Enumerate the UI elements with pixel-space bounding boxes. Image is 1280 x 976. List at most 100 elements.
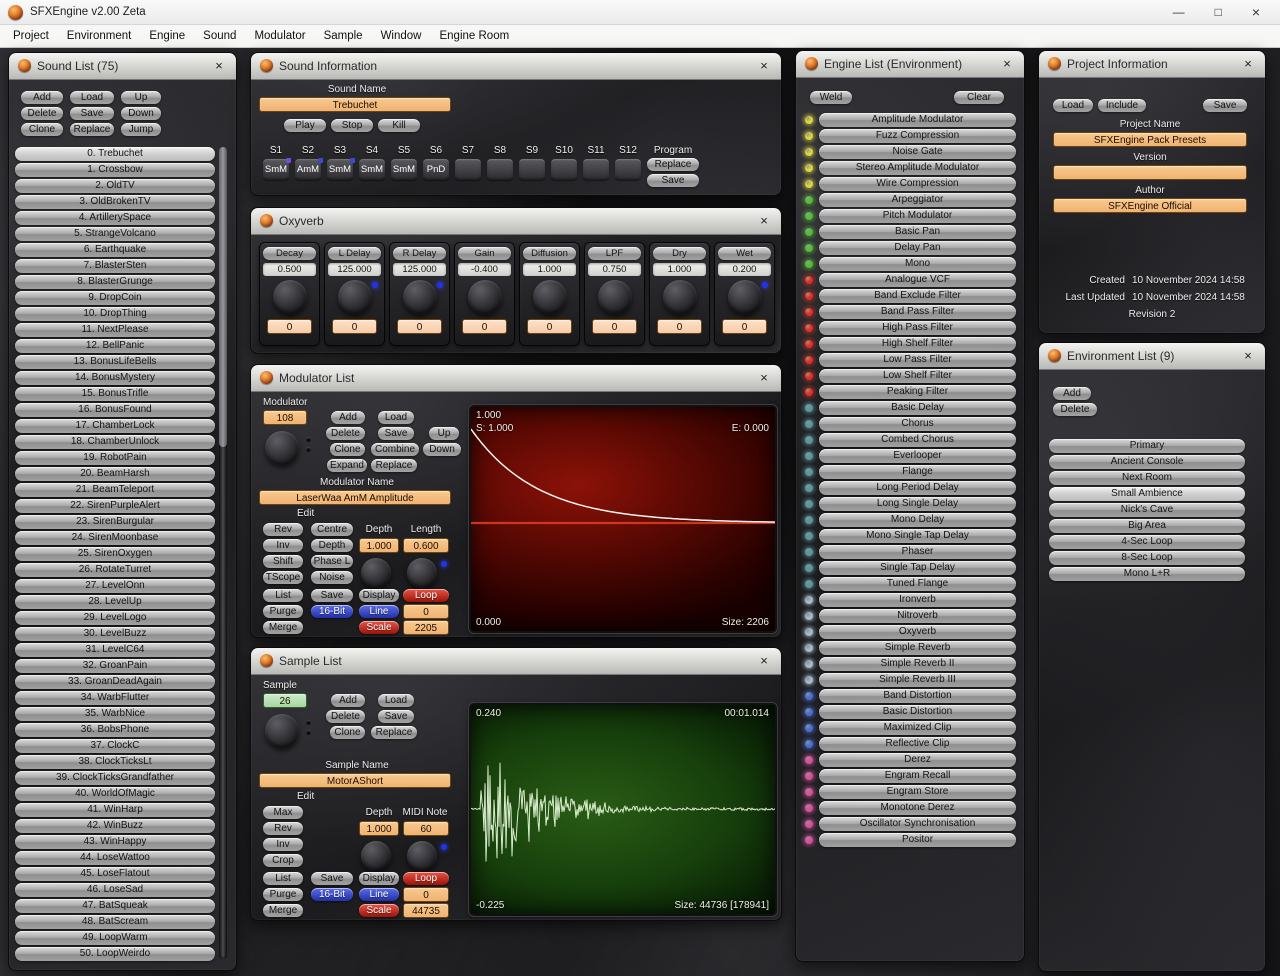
environment-list-item[interactable]: Big Area xyxy=(1049,518,1245,533)
engine-list-item[interactable]: Chorus xyxy=(819,416,1016,431)
close-icon[interactable]: × xyxy=(756,370,772,385)
sound-list-item[interactable]: 38. ClockTicksLt xyxy=(15,754,215,769)
sound-list-item[interactable]: 33. GroanDeadAgain xyxy=(15,674,215,689)
environment-list-item[interactable]: 4-Sec Loop xyxy=(1049,534,1245,549)
environment-add-button[interactable]: Add xyxy=(1053,386,1091,400)
engine-list-item[interactable]: Mono Delay xyxy=(819,512,1016,527)
sound-list-item[interactable]: 8. BlasterGrunge xyxy=(15,274,215,289)
sample-save-button[interactable]: Save xyxy=(378,709,414,723)
modulator-scale-value-field[interactable]: 2205 xyxy=(403,619,449,635)
sample-edit-button[interactable]: Edit xyxy=(297,791,314,803)
program-save-button[interactable]: Save xyxy=(647,173,699,187)
sound-list-item[interactable]: 16. BonusFound xyxy=(15,402,215,417)
sound-list-item[interactable]: 36. BobsPhone xyxy=(15,722,215,737)
modulator-load-button[interactable]: Load xyxy=(378,410,414,424)
environment-list-item[interactable]: Primary xyxy=(1049,438,1245,453)
close-icon[interactable]: × xyxy=(1240,56,1256,71)
sound-list-item[interactable]: 20. BeamHarsh xyxy=(15,466,215,481)
engine-list-item[interactable]: Amplitude Modulator xyxy=(819,112,1016,127)
sound-list-item[interactable]: 43. WinHappy xyxy=(15,834,215,849)
close-icon[interactable]: × xyxy=(756,58,772,73)
sample-display-button[interactable]: Display xyxy=(359,871,399,885)
close-icon[interactable]: × xyxy=(1240,348,1256,363)
engine-list-item[interactable]: Band Distortion xyxy=(819,688,1016,703)
sound-jump-button[interactable]: Jump xyxy=(121,122,161,136)
modulator-tscope-button[interactable]: TScope xyxy=(263,570,303,584)
engine-list-item[interactable]: Phaser xyxy=(819,544,1016,559)
engine-list-item[interactable]: Stereo Amplitude Modulator xyxy=(819,160,1016,175)
modulator-select-knob[interactable] xyxy=(265,430,299,465)
length-value-field[interactable]: 0.600 xyxy=(403,537,449,553)
sound-list-item[interactable]: 30. LevelBuzz xyxy=(15,626,215,641)
engine-list-item[interactable]: Flange xyxy=(819,464,1016,479)
engine-list-item[interactable]: Arpeggiator xyxy=(819,192,1016,207)
sample-scale-value-field[interactable]: 44735 xyxy=(403,902,449,918)
engine-list-item[interactable]: Basic Delay xyxy=(819,400,1016,415)
sound-list-item[interactable]: 50. LoopWeirdo xyxy=(15,946,215,961)
engine-list-item[interactable]: Long Single Delay xyxy=(819,496,1016,511)
environment-list-item[interactable]: Ancient Console xyxy=(1049,454,1245,469)
program-replace-button[interactable]: Replace xyxy=(647,157,699,171)
engine-list-item[interactable]: Reflective Clip xyxy=(819,736,1016,751)
oxyverb-header[interactable]: Oxyverb × xyxy=(251,207,781,235)
modulator-phase-button[interactable]: Phase L xyxy=(311,554,353,568)
decay-knob[interactable] xyxy=(272,279,307,314)
engine-list-item[interactable]: Monotone Derez xyxy=(819,800,1016,815)
modulator-merge-button[interactable]: Merge xyxy=(263,620,303,634)
sound-up-button[interactable]: Up xyxy=(121,90,161,104)
modulator-replace-button[interactable]: Replace xyxy=(371,458,417,472)
sample-display[interactable]: 0.240 00:01.014 -0.225 Size: 44736 [1789… xyxy=(468,701,778,917)
modulator-depth-knob[interactable] xyxy=(361,557,391,588)
stop-button[interactable]: Stop xyxy=(331,118,373,132)
engine-list-item[interactable]: Basic Distortion xyxy=(819,704,1016,719)
modulator-display[interactable]: 1.000 S: 1.000 E: 0.000 0.000 Size: 2206 xyxy=(468,403,778,634)
kill-button[interactable]: Kill xyxy=(378,118,420,132)
engine-list-item[interactable]: Oxyverb xyxy=(819,624,1016,639)
sound-down-button[interactable]: Down xyxy=(121,106,161,120)
engine-list-item[interactable]: Low Pass Filter xyxy=(819,352,1016,367)
sound-list-item[interactable]: 0. Trebuchet xyxy=(15,146,215,161)
modulator-delete-button[interactable]: Delete xyxy=(326,426,365,440)
engine-list-item[interactable]: Combed Chorus xyxy=(819,432,1016,447)
modulator-list-header[interactable]: Modulator List × xyxy=(251,364,781,392)
l-delay-knob[interactable] xyxy=(337,279,378,314)
environment-list-item[interactable]: Next Room xyxy=(1049,470,1245,485)
knob-field[interactable]: 0 xyxy=(267,318,312,334)
close-icon[interactable]: × xyxy=(999,56,1015,71)
sound-list-item[interactable]: 47. BatSqueak xyxy=(15,898,215,913)
engine-list-item[interactable]: Wire Compression xyxy=(819,176,1016,191)
sound-delete-button[interactable]: Delete xyxy=(21,106,63,120)
sound-list-item[interactable]: 49. LoopWarm xyxy=(15,930,215,945)
slot-s9[interactable] xyxy=(519,158,545,180)
environment-list-item[interactable]: Mono L+R xyxy=(1049,566,1245,581)
engine-list-item[interactable]: High Shelf Filter xyxy=(819,336,1016,351)
engine-list-item[interactable]: Low Shelf Filter xyxy=(819,368,1016,383)
sound-list-item[interactable]: 12. BellPanic xyxy=(15,338,215,353)
engine-list-item[interactable]: Single Tap Delay xyxy=(819,560,1016,575)
r-delay-knob[interactable] xyxy=(402,279,443,314)
modulator-inv-button[interactable]: Inv xyxy=(263,538,303,552)
modulator-shift-button[interactable]: Shift xyxy=(263,554,303,568)
sample-16bit-button[interactable]: 16-Bit xyxy=(311,887,353,901)
slot-s12[interactable] xyxy=(615,158,641,180)
environment-list-header[interactable]: Environment List (9) × xyxy=(1039,342,1265,370)
sound-name-field[interactable]: Trebuchet xyxy=(259,96,451,112)
sample-number-field[interactable]: 26 xyxy=(263,692,307,708)
sound-list-item[interactable]: 2. OldTV xyxy=(15,178,215,193)
sound-list-item[interactable]: 45. LoseFlatout xyxy=(15,866,215,881)
engine-list-item[interactable]: Band Exclude Filter xyxy=(819,288,1016,303)
sound-list-item[interactable]: 1. Crossbow xyxy=(15,162,215,177)
sound-list-item[interactable]: 6. Earthquake xyxy=(15,242,215,257)
knob-field[interactable]: 0 xyxy=(722,318,767,334)
engine-list-item[interactable]: Pitch Modulator xyxy=(819,208,1016,223)
sound-list-item[interactable]: 25. SirenOxygen xyxy=(15,546,215,561)
environment-list-item[interactable]: 8-Sec Loop xyxy=(1049,550,1245,565)
sample-list-button[interactable]: List xyxy=(263,871,303,885)
engine-list-item[interactable]: Analogue VCF xyxy=(819,272,1016,287)
sound-list-item[interactable]: 37. ClockC xyxy=(15,738,215,753)
sound-list-item[interactable]: 40. WorldOfMagic xyxy=(15,786,215,801)
modulator-16bit-button[interactable]: 16-Bit xyxy=(311,604,353,618)
engine-list-item[interactable]: Ironverb xyxy=(819,592,1016,607)
modulator-rev-button[interactable]: Rev xyxy=(263,522,303,536)
engine-list-item[interactable]: Simple Reverb II xyxy=(819,656,1016,671)
